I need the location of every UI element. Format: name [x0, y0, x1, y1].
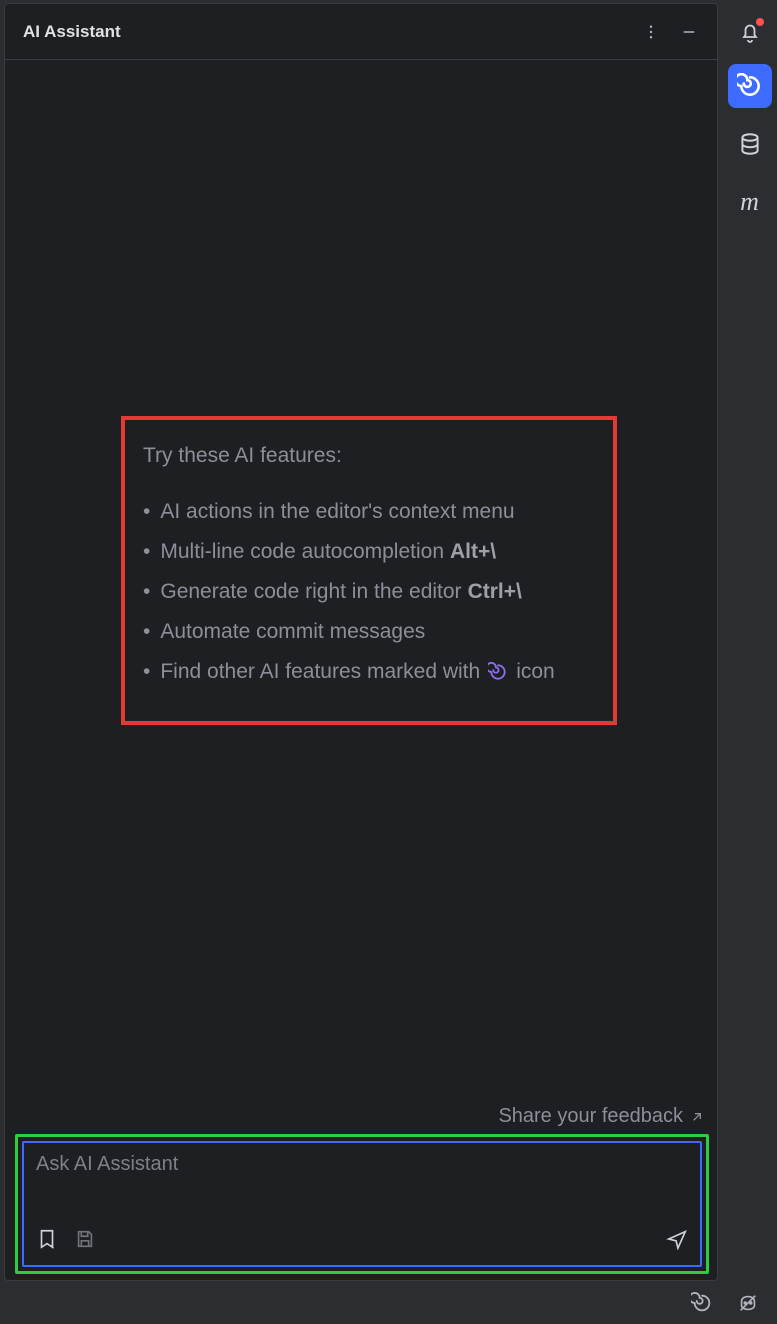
- shortcut: Alt+\: [450, 532, 496, 572]
- ai-status-button[interactable]: [691, 1292, 713, 1319]
- send-icon: [666, 1228, 688, 1250]
- chat-input[interactable]: Ask AI Assistant: [22, 1141, 702, 1267]
- swirl-icon: [486, 660, 510, 684]
- panel-content: Try these AI features: • AI actions in t…: [5, 60, 717, 1280]
- ai-assistant-panel: AI Assistant Try these AI features: • AI…: [4, 3, 718, 1281]
- bookmark-icon: [36, 1228, 58, 1250]
- floppy-icon: [74, 1228, 96, 1250]
- ai-assistant-tool-button[interactable]: [728, 64, 772, 108]
- more-options-button[interactable]: [641, 22, 661, 42]
- feature-item: • AI actions in the editor's context men…: [143, 492, 595, 532]
- feature-item: • Automate commit messages: [143, 612, 595, 652]
- database-icon: [737, 131, 763, 157]
- header-actions: [641, 22, 699, 42]
- panel-header: AI Assistant: [5, 4, 717, 60]
- minimize-button[interactable]: [679, 22, 699, 42]
- features-list: • AI actions in the editor's context men…: [143, 492, 595, 691]
- notifications-button[interactable]: [732, 14, 768, 50]
- save-button[interactable]: [74, 1228, 96, 1255]
- shortcut: Ctrl+\: [468, 572, 522, 612]
- kebab-icon: [642, 23, 660, 41]
- right-tool-rail: m: [722, 0, 777, 1324]
- swirl-icon: [691, 1292, 713, 1314]
- features-heading: Try these AI features:: [143, 444, 595, 468]
- panel-title: AI Assistant: [23, 22, 641, 42]
- chat-input-placeholder: Ask AI Assistant: [36, 1153, 688, 1176]
- minimize-icon: [680, 23, 698, 41]
- feature-item: • Generate code right in the editor Ctrl…: [143, 572, 595, 612]
- copilot-status-button[interactable]: [737, 1292, 759, 1319]
- external-link-icon: [689, 1109, 705, 1125]
- chat-input-area: Ask AI Assistant: [15, 1134, 709, 1274]
- feature-item: • Multi-line code autocompletion Alt+\: [143, 532, 595, 572]
- database-tool-button[interactable]: [728, 122, 772, 166]
- copilot-off-icon: [737, 1292, 759, 1314]
- notification-badge: [756, 18, 764, 26]
- status-bar: [0, 1286, 777, 1324]
- features-suggestions: Try these AI features: • AI actions in t…: [121, 416, 617, 725]
- share-feedback-link[interactable]: Share your feedback: [498, 1105, 705, 1128]
- maven-tool-button[interactable]: m: [728, 180, 772, 224]
- chat-input-toolbar: [36, 1228, 688, 1255]
- send-button[interactable]: [666, 1228, 688, 1255]
- swirl-icon: [737, 73, 763, 99]
- feature-item: • Find other AI features marked with ico…: [143, 652, 595, 692]
- bookmark-button[interactable]: [36, 1228, 58, 1255]
- m-icon: m: [740, 187, 759, 217]
